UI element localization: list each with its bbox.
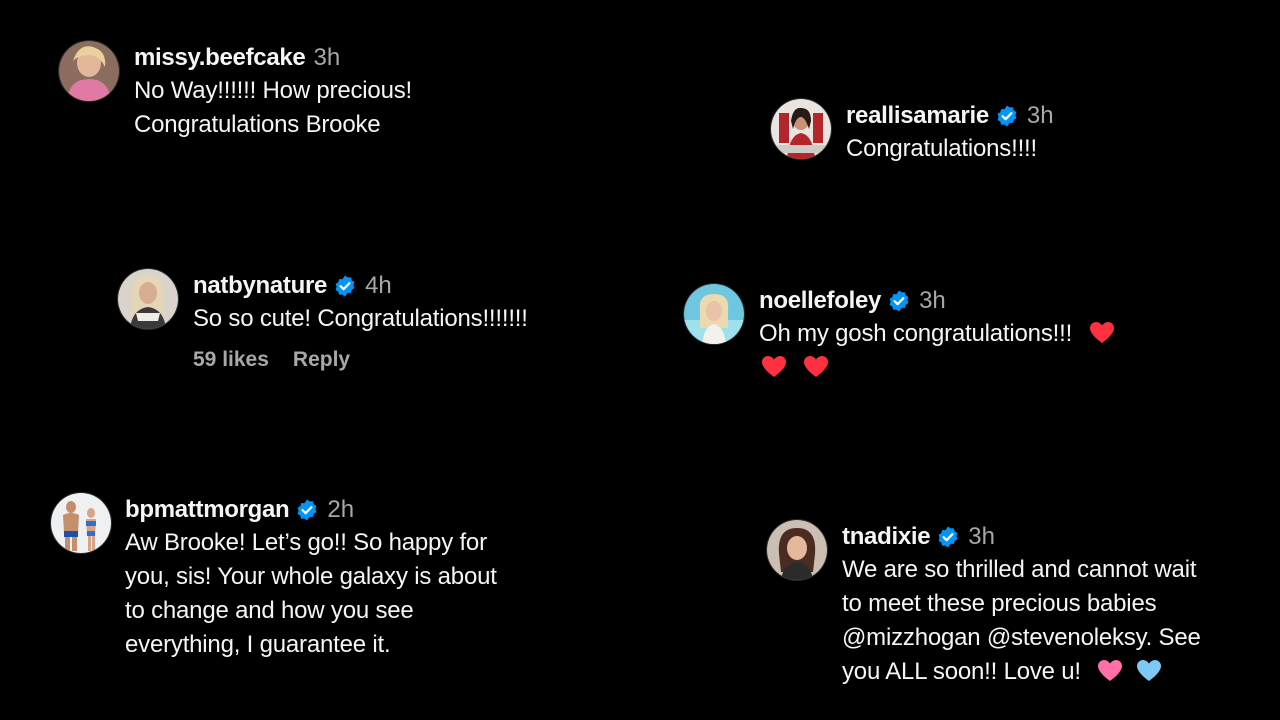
comment-text-line: to meet these precious babies (842, 590, 1157, 617)
verified-badge-icon (995, 104, 1019, 128)
comment-text-line: you ALL soon!! Love u! (842, 658, 1081, 685)
timestamp: 3h (1026, 102, 1054, 129)
red-heart-icon (803, 355, 829, 379)
comment-text-line: Oh my gosh congratulations!!! (759, 320, 1073, 347)
timestamp: 2h (327, 496, 355, 523)
verified-badge-icon (936, 525, 960, 549)
comment-text-line: you, sis! Your whole galaxy is about (125, 563, 497, 590)
username[interactable]: natbynature (193, 272, 327, 300)
comment-text-line: @mizzhogan @stevenoleksy. See (842, 624, 1201, 651)
username[interactable]: missy.beefcake (134, 44, 306, 72)
avatar[interactable] (58, 40, 120, 102)
pink-heart-icon (1097, 659, 1123, 683)
light-blue-heart-icon (1136, 659, 1162, 683)
reply-button[interactable]: Reply (293, 348, 350, 372)
avatar[interactable] (683, 283, 745, 345)
avatar[interactable] (117, 268, 179, 330)
comment-text-line: Congratulations Brooke (134, 111, 381, 138)
avatar[interactable] (766, 519, 828, 581)
username[interactable]: tnadixie (842, 523, 931, 551)
timestamp: 4h (365, 272, 392, 299)
comment-text-line: Aw Brooke! Let’s go!! So happy for (125, 529, 487, 556)
red-heart-icon (1089, 321, 1115, 345)
comment-text-line: everything, I guarantee it. (125, 631, 391, 658)
timestamp: 3h (313, 44, 341, 71)
comment-text-line: Congratulations!!!! (846, 135, 1037, 162)
verified-badge-icon (333, 274, 357, 298)
avatar[interactable] (50, 492, 112, 554)
username[interactable]: reallisamarie (846, 102, 989, 130)
comment-text-line: We are so thrilled and cannot wait (842, 556, 1197, 583)
timestamp: 3h (919, 287, 946, 314)
username[interactable]: noellefoley (759, 287, 881, 315)
likes-count-link[interactable]: 59 likes (193, 348, 269, 372)
username[interactable]: bpmattmorgan (125, 496, 290, 524)
verified-badge-icon (887, 289, 911, 313)
avatar[interactable] (770, 98, 832, 160)
verified-badge-icon (295, 498, 319, 522)
comment-text-line: to change and how you see (125, 597, 414, 624)
timestamp: 3h (968, 523, 995, 550)
red-heart-icon (761, 355, 787, 379)
comment-text-line: No Way!!!!!! How precious! (134, 77, 412, 104)
comment-text-line: So so cute! Congratulations!!!!!!! (193, 305, 528, 332)
